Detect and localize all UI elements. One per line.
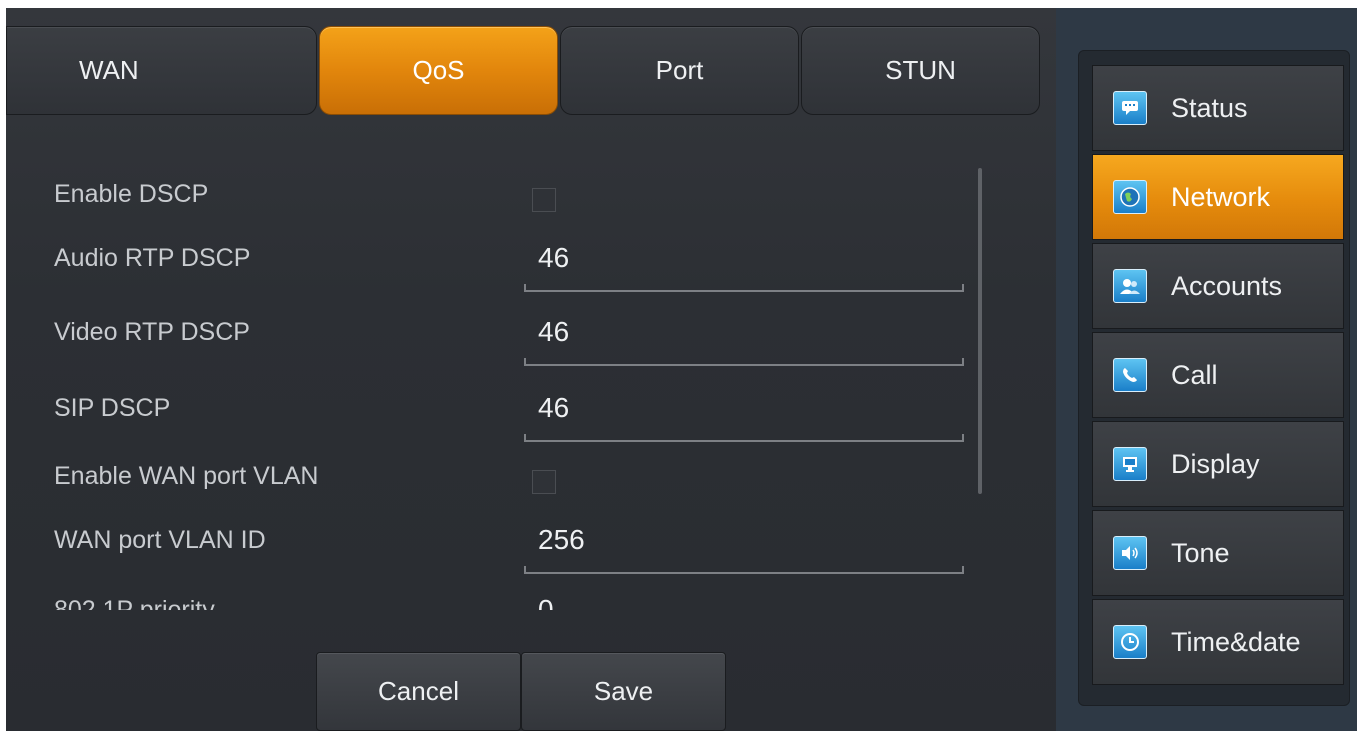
action-buttons: Cancel Save [316, 652, 726, 731]
audio-rtp-dscp-input[interactable]: 46 [524, 232, 964, 292]
sidebar-item-accounts[interactable]: Accounts [1092, 243, 1344, 329]
status-icon [1113, 91, 1147, 125]
sidebar-item-display[interactable]: Display [1092, 421, 1344, 507]
audio-rtp-dscp-value: 46 [538, 242, 570, 273]
enable-dscp-checkbox[interactable] [532, 188, 556, 212]
sidebar-item-label: Tone [1171, 537, 1230, 568]
monitor-icon [1113, 447, 1147, 481]
sidebar-item-label: Accounts [1171, 270, 1283, 301]
clock-icon [1113, 625, 1147, 659]
sip-dscp-input[interactable]: 46 [524, 382, 964, 442]
audio-rtp-dscp-label: Audio RTP DSCP [54, 244, 251, 272]
wan-port-vlan-id-label: WAN port VLAN ID [54, 526, 266, 554]
sip-dscp-label: SIP DSCP [54, 394, 171, 422]
tab-qos[interactable]: QoS [319, 26, 558, 115]
sidebar-item-tone[interactable]: Tone [1092, 510, 1344, 596]
priority-8021p-label: 802.1P priority [54, 596, 215, 610]
sidebar-item-label: Time&date [1171, 626, 1301, 657]
priority-8021p-value: 0 [538, 594, 554, 610]
sidebar-item-call[interactable]: Call [1092, 332, 1344, 418]
tab-stun[interactable]: STUN [801, 26, 1040, 115]
wan-port-vlan-id-row: WAN port VLAN ID 256 [54, 514, 974, 574]
video-rtp-dscp-label: Video RTP DSCP [54, 318, 250, 346]
phone-icon [1113, 358, 1147, 392]
priority-8021p-row: 802.1P priority 0 [54, 584, 974, 610]
settings-sidebar-panel: Status Network Accounts Call Display Ton… [1056, 8, 1357, 731]
sidebar-item-label: Call [1171, 359, 1218, 390]
sidebar-item-time-date[interactable]: Time&date [1092, 599, 1344, 685]
network-settings-panel: WAN QoS Port STUN Enable DSCP Audio RTP … [6, 8, 1056, 731]
sip-dscp-value: 46 [538, 392, 570, 423]
video-rtp-dscp-row: Video RTP DSCP 46 [54, 306, 974, 366]
enable-dscp-row: Enable DSCP [54, 168, 974, 228]
sidebar-item-network[interactable]: Network [1092, 154, 1344, 240]
enable-dscp-label: Enable DSCP [54, 180, 209, 208]
accounts-icon [1113, 269, 1147, 303]
sidebar-item-label: Status [1171, 92, 1248, 123]
globe-icon [1113, 180, 1147, 214]
enable-wan-port-vlan-label: Enable WAN port VLAN [54, 462, 319, 490]
video-rtp-dscp-input[interactable]: 46 [524, 306, 964, 366]
form-scrollbar[interactable] [978, 168, 982, 494]
sip-dscp-row: SIP DSCP 46 [54, 382, 974, 442]
video-rtp-dscp-value: 46 [538, 316, 570, 347]
wan-port-vlan-id-value: 256 [538, 524, 585, 555]
tab-wan[interactable]: WAN [6, 26, 317, 115]
sidebar-item-label: Network [1171, 181, 1271, 212]
tab-port[interactable]: Port [560, 26, 799, 115]
settings-screen: WAN QoS Port STUN Enable DSCP Audio RTP … [6, 8, 1357, 731]
audio-rtp-dscp-row: Audio RTP DSCP 46 [54, 232, 974, 292]
enable-wan-port-vlan-checkbox[interactable] [532, 470, 556, 494]
tab-bar: WAN QoS Port STUN [6, 26, 1042, 115]
settings-sidebar: Status Network Accounts Call Display Ton… [1078, 50, 1350, 706]
save-button[interactable]: Save [521, 652, 726, 731]
sidebar-item-status[interactable]: Status [1092, 65, 1344, 151]
cancel-button[interactable]: Cancel [316, 652, 521, 731]
sidebar-item-label: Display [1171, 448, 1260, 479]
enable-wan-port-vlan-row: Enable WAN port VLAN [54, 450, 974, 510]
speaker-icon [1113, 536, 1147, 570]
qos-form: Enable DSCP Audio RTP DSCP 46 Video RTP … [6, 158, 1006, 610]
wan-port-vlan-id-input[interactable]: 256 [524, 514, 964, 574]
priority-8021p-input[interactable]: 0 [524, 584, 964, 610]
